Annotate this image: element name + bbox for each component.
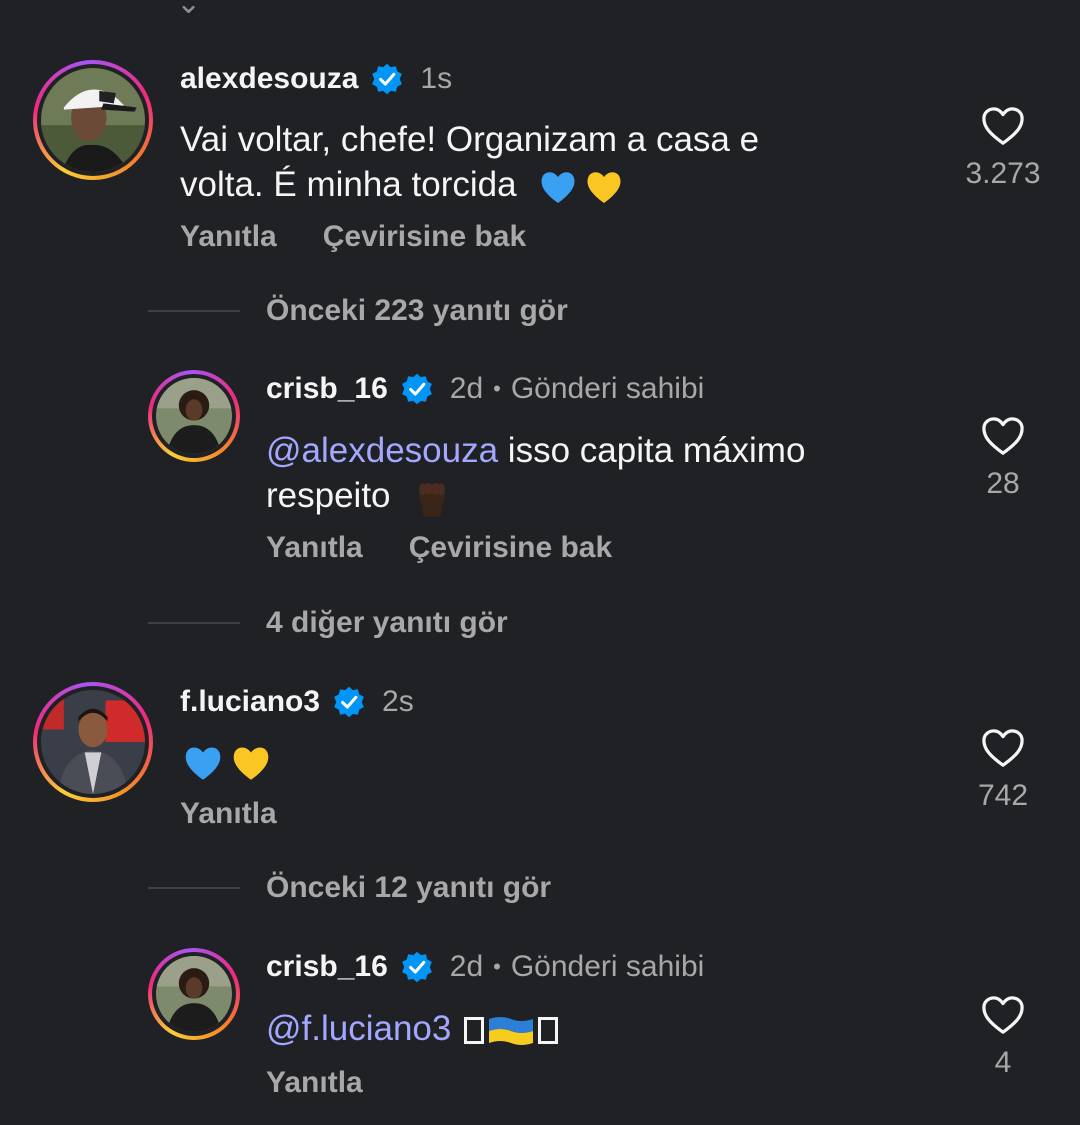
like-group: 4 bbox=[953, 994, 1053, 1080]
comment-line-2-text: respeito bbox=[266, 476, 391, 515]
comment-meta: f.luciano3 2s bbox=[180, 685, 414, 719]
reply-button[interactable]: Yanıtla bbox=[180, 797, 277, 831]
avatar-photo bbox=[41, 690, 145, 794]
like-count: 742 bbox=[977, 779, 1029, 812]
scrolled-off-text: ⌄ bbox=[176, 0, 212, 20]
post-owner-label: Gönderi sahibi bbox=[510, 950, 705, 983]
username[interactable]: crisb_16 bbox=[266, 372, 388, 406]
view-replies-label[interactable]: Önceki 12 yanıtı gör bbox=[266, 871, 551, 905]
like-count: 3.273 bbox=[965, 157, 1041, 190]
verified-badge-icon bbox=[334, 686, 364, 718]
comment-line-1: Vai voltar, chefe! Organizam a casa e bbox=[180, 120, 760, 159]
separator-dot: • bbox=[493, 954, 501, 979]
unsupported-glyph-icon bbox=[464, 1017, 485, 1045]
mention-link[interactable]: @alexdesouza bbox=[266, 431, 498, 470]
comment-actions: Yanıtla bbox=[266, 1066, 409, 1100]
like-group: 3.273 bbox=[953, 105, 1053, 191]
username[interactable]: f.luciano3 bbox=[180, 685, 320, 719]
blue-heart-icon bbox=[541, 171, 575, 203]
timestamp: 1s bbox=[420, 62, 453, 95]
comment-actions: Yanıtla Çevirisine bak bbox=[266, 531, 658, 565]
post-owner-label: Gönderi sahibi bbox=[510, 372, 705, 405]
avatar-alexdesouza[interactable] bbox=[33, 60, 153, 180]
comment-line-2: respeito bbox=[266, 473, 805, 519]
comment-meta: crisb_16 2d • Gönderi sahibi bbox=[266, 372, 704, 406]
avatar-crisb_16[interactable] bbox=[148, 948, 240, 1040]
heart-outline-icon[interactable] bbox=[980, 415, 1026, 457]
comment-text bbox=[180, 738, 274, 784]
heart-outline-icon[interactable] bbox=[980, 994, 1026, 1036]
comment-text: @f.luciano3 bbox=[266, 1006, 561, 1051]
separator-dot: • bbox=[493, 376, 501, 401]
avatar-crisb_16[interactable] bbox=[148, 370, 240, 462]
view-previous-replies[interactable]: Önceki 223 yanıtı gör bbox=[148, 294, 568, 328]
comment-line-2: volta. É minha torcida bbox=[180, 162, 759, 207]
like-group: 742 bbox=[953, 727, 1053, 813]
replies-divider bbox=[148, 622, 240, 624]
avatar-f-luciano3[interactable] bbox=[33, 682, 153, 802]
comment-line-2-text: volta. É minha torcida bbox=[180, 165, 517, 204]
avatar-photo bbox=[156, 378, 232, 454]
view-replies-label[interactable]: Önceki 223 yanıtı gör bbox=[266, 294, 568, 328]
comment-meta: crisb_16 2d • Gönderi sahibi bbox=[266, 950, 704, 984]
unsupported-glyph-icon bbox=[538, 1017, 559, 1045]
comment-line-1-text: isso capita máximo bbox=[498, 431, 806, 470]
comment-actions: Yanıtla bbox=[180, 797, 323, 831]
comment-text: @alexdesouza isso capita máximo respeito bbox=[266, 428, 805, 519]
avatar-photo bbox=[41, 68, 145, 172]
replies-divider bbox=[148, 887, 240, 889]
reply-button[interactable]: Yanıtla bbox=[266, 1066, 363, 1100]
blue-heart-icon bbox=[185, 747, 221, 780]
comment-line-1: @alexdesouza isso capita máximo bbox=[266, 428, 805, 473]
raised-fist-icon bbox=[419, 483, 445, 517]
view-previous-replies[interactable]: Önceki 12 yanıtı gör bbox=[148, 871, 551, 905]
heart-outline-icon[interactable] bbox=[980, 727, 1026, 769]
comment-text: Vai voltar, chefe! Organizam a casa e vo… bbox=[180, 117, 759, 207]
like-group: 28 bbox=[953, 415, 1053, 501]
like-count: 4 bbox=[994, 1046, 1012, 1079]
heart-outline-icon[interactable] bbox=[980, 105, 1026, 147]
see-translation-button[interactable]: Çevirisine bak bbox=[409, 531, 612, 565]
comments-screen: ⌄ alexdesouza 1s Vai voltar, chefe! Orga… bbox=[0, 0, 1080, 1125]
see-translation-button[interactable]: Çevirisine bak bbox=[323, 220, 526, 254]
timestamp: 2d bbox=[449, 950, 484, 983]
yellow-heart-icon bbox=[587, 171, 621, 203]
reply-button[interactable]: Yanıtla bbox=[180, 220, 277, 254]
comment-meta: alexdesouza 1s bbox=[180, 62, 452, 96]
comment-actions: Yanıtla Çevirisine bak bbox=[180, 220, 572, 254]
reply-button[interactable]: Yanıtla bbox=[266, 531, 363, 565]
view-replies-label[interactable]: 4 diğer yanıtı gör bbox=[266, 606, 508, 640]
like-count: 28 bbox=[986, 467, 1020, 500]
yellow-heart-icon bbox=[233, 747, 269, 780]
verified-badge-icon bbox=[372, 63, 403, 95]
verified-badge-icon bbox=[401, 951, 432, 983]
ukraine-flag-icon bbox=[489, 1016, 534, 1045]
username[interactable]: crisb_16 bbox=[266, 950, 388, 984]
avatar-photo bbox=[156, 956, 232, 1032]
replies-divider bbox=[148, 310, 240, 312]
view-more-replies[interactable]: 4 diğer yanıtı gör bbox=[148, 606, 508, 640]
timestamp: 2s bbox=[382, 685, 414, 718]
mention-link[interactable]: @f.luciano3 bbox=[266, 1009, 451, 1048]
verified-badge-icon bbox=[401, 373, 432, 405]
timestamp: 2d bbox=[449, 372, 484, 405]
username[interactable]: alexdesouza bbox=[180, 62, 358, 96]
